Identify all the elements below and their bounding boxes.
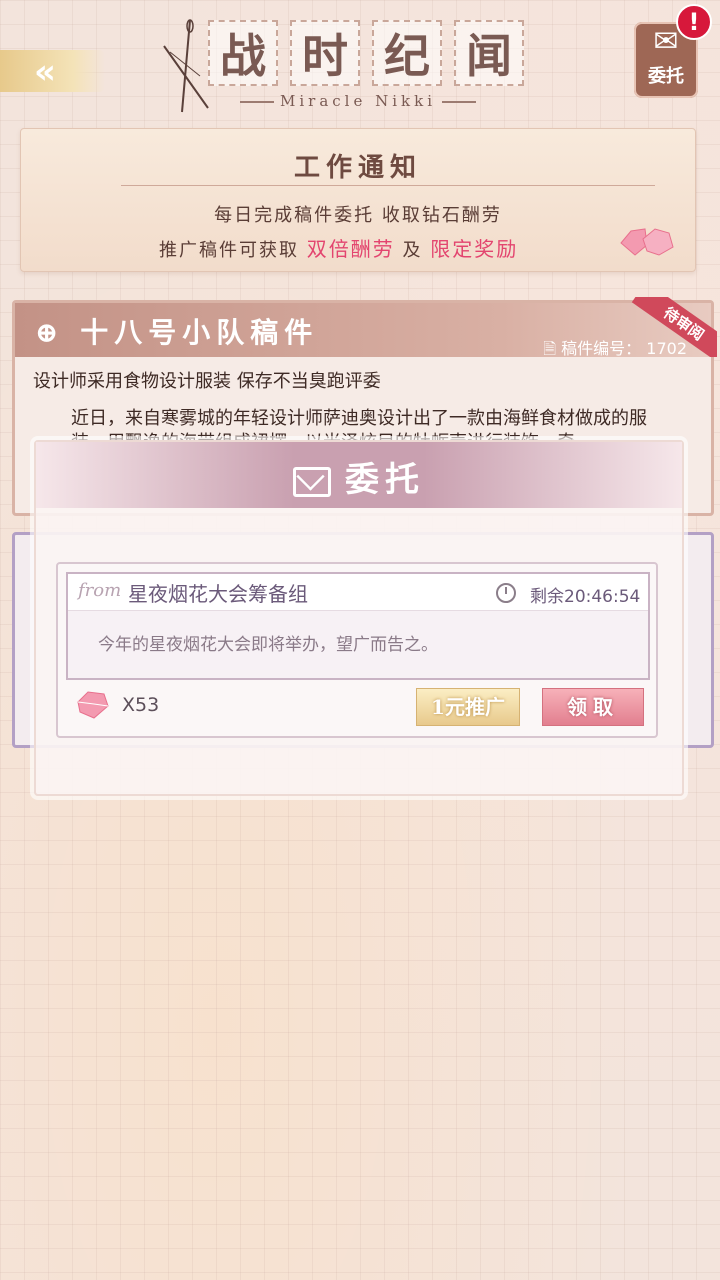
title-char-3: 纪 [372, 20, 442, 86]
work-notice-panel: 工作通知 每日完成稿件委托 收取钻石酬劳 推广稿件可获取 双倍酬劳 及 限定奖励 [20, 128, 696, 272]
modal-title: 委托 [36, 452, 682, 501]
diamond-icon [77, 691, 109, 719]
team-icon: ⊕ [35, 316, 65, 349]
manuscript-headline: 设计师采用食物设计服装 保存不当臭跑评委 [33, 371, 381, 392]
commission-sender-bar: from 星夜烟花大会筹备组 剩余20:46:54 [68, 574, 648, 611]
from-label: from [78, 580, 122, 601]
status-ribbon: 待审阅 [631, 297, 717, 357]
page-subtitle: Miracle Nikki [234, 92, 482, 110]
double-reward-text: 双倍酬劳 [306, 237, 395, 261]
clock-icon [496, 583, 516, 603]
modal-title-text: 委托 [345, 460, 425, 500]
modal-header: 委托 [36, 442, 682, 508]
needle-icon [163, 19, 209, 113]
double-chevron-left-icon: « [34, 52, 56, 92]
notice-line-2-mid: 及 [402, 240, 423, 261]
manuscript-title-text: 十八号小队稿件 [80, 316, 319, 349]
divider [121, 185, 655, 186]
status-ribbon-text: 待审阅 [631, 297, 717, 357]
sender-name: 星夜烟花大会筹备组 [128, 582, 308, 606]
title-char-4: 闻 [454, 20, 524, 86]
manuscript-number-label: 稿件编号： [561, 339, 642, 358]
alert-badge: ! [676, 4, 712, 40]
diamond-icon [620, 228, 674, 256]
notice-line-2-prefix: 推广稿件可获取 [159, 240, 299, 261]
time-remaining: 剩余20:46:54 [530, 587, 641, 607]
document-icon: 🗎 [543, 339, 557, 358]
title-char-1: 战 [208, 20, 278, 86]
envelope-icon [293, 467, 331, 497]
manuscript-header: ⊕ 十八号小队稿件 🗎 稿件编号： 1702 [15, 303, 711, 358]
back-button[interactable]: « [0, 50, 105, 92]
title-char-2: 时 [290, 20, 360, 86]
notice-line-2: 推广稿件可获取 双倍酬劳 及 限定奖励 [159, 233, 518, 262]
commission-message-box: from 星夜烟花大会筹备组 剩余20:46:54 今年的星夜烟花大会即将举办，… [66, 572, 650, 680]
promote-button[interactable]: 1元推广 [416, 688, 520, 726]
commission-button-label: 委托 [648, 66, 684, 87]
notice-line-1: 每日完成稿件委托 收取钻石酬劳 [214, 205, 502, 226]
page-title: 战 时 纪 闻 Miracle Nikki [150, 8, 530, 118]
manuscript-title: ⊕ 十八号小队稿件 [35, 311, 318, 351]
notice-title: 工作通知 [293, 153, 422, 183]
commission-message: 今年的星夜烟花大会即将举办，望广而告之。 [98, 635, 438, 655]
claim-button[interactable]: 领取 [542, 688, 644, 726]
limited-reward-text: 限定奖励 [430, 237, 519, 261]
commission-modal: 委托 from 星夜烟花大会筹备组 剩余20:46:54 今年的星夜烟花大会即将… [34, 440, 684, 796]
reward-amount: X53 [122, 694, 160, 716]
commission-item: from 星夜烟花大会筹备组 剩余20:46:54 今年的星夜烟花大会即将举办，… [56, 562, 658, 738]
